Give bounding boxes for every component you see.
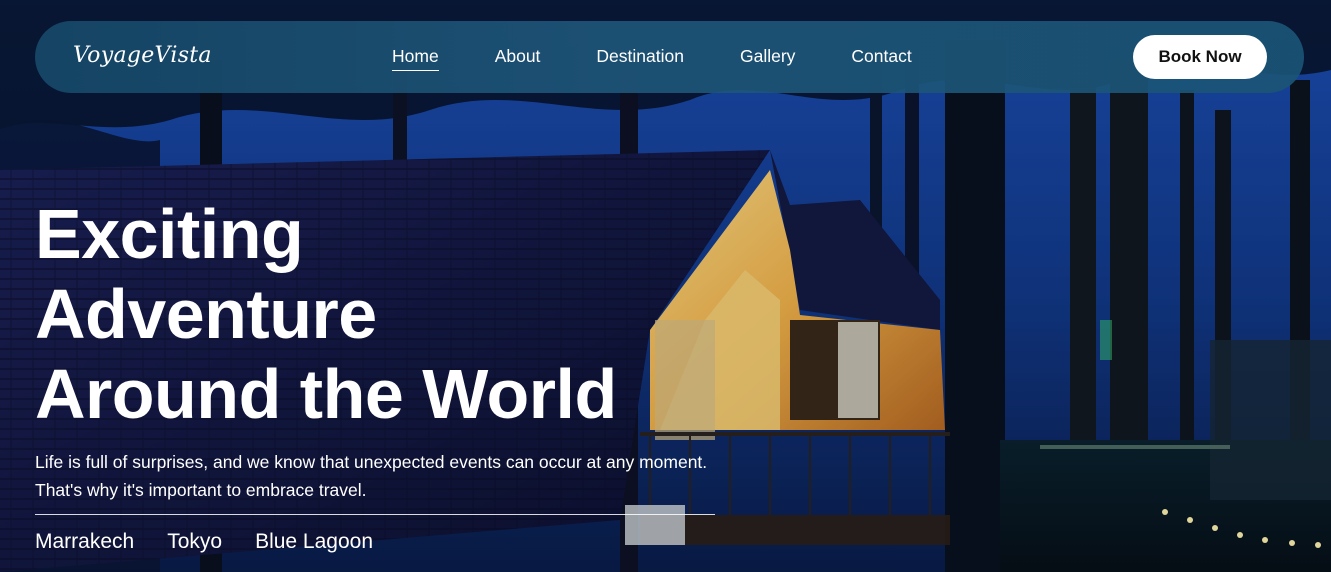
nav-about[interactable]: About xyxy=(495,45,541,67)
headline-line-2: Adventure xyxy=(35,275,377,353)
destination-marrakech[interactable]: Marrakech xyxy=(35,528,134,556)
destination-list: Marrakech Tokyo Blue Lagoon xyxy=(35,528,406,556)
book-now-button[interactable]: Book Now xyxy=(1133,35,1267,79)
nav-gallery[interactable]: Gallery xyxy=(740,45,795,67)
brand-logo[interactable]: VoyageVista xyxy=(73,43,212,68)
destination-blue-lagoon[interactable]: Blue Lagoon xyxy=(255,528,373,556)
hero-headline: Exciting Adventure Around the World xyxy=(35,194,617,434)
main-navbar: VoyageVista Home About Destination Galle… xyxy=(35,21,1304,93)
nav-destination[interactable]: Destination xyxy=(596,45,684,67)
nav-home[interactable]: Home xyxy=(392,45,439,71)
headline-line-1: Exciting xyxy=(35,195,304,273)
destination-tokyo[interactable]: Tokyo xyxy=(167,528,222,556)
headline-line-3: Around the World xyxy=(35,355,617,433)
nav-links: Home About Destination Gallery Contact xyxy=(392,45,968,71)
hero-divider xyxy=(35,514,715,515)
nav-contact[interactable]: Contact xyxy=(851,45,911,67)
hero-tagline: Life is full of surprises, and we know t… xyxy=(35,452,708,500)
hero-section: VoyageVista Home About Destination Galle… xyxy=(0,0,1331,572)
